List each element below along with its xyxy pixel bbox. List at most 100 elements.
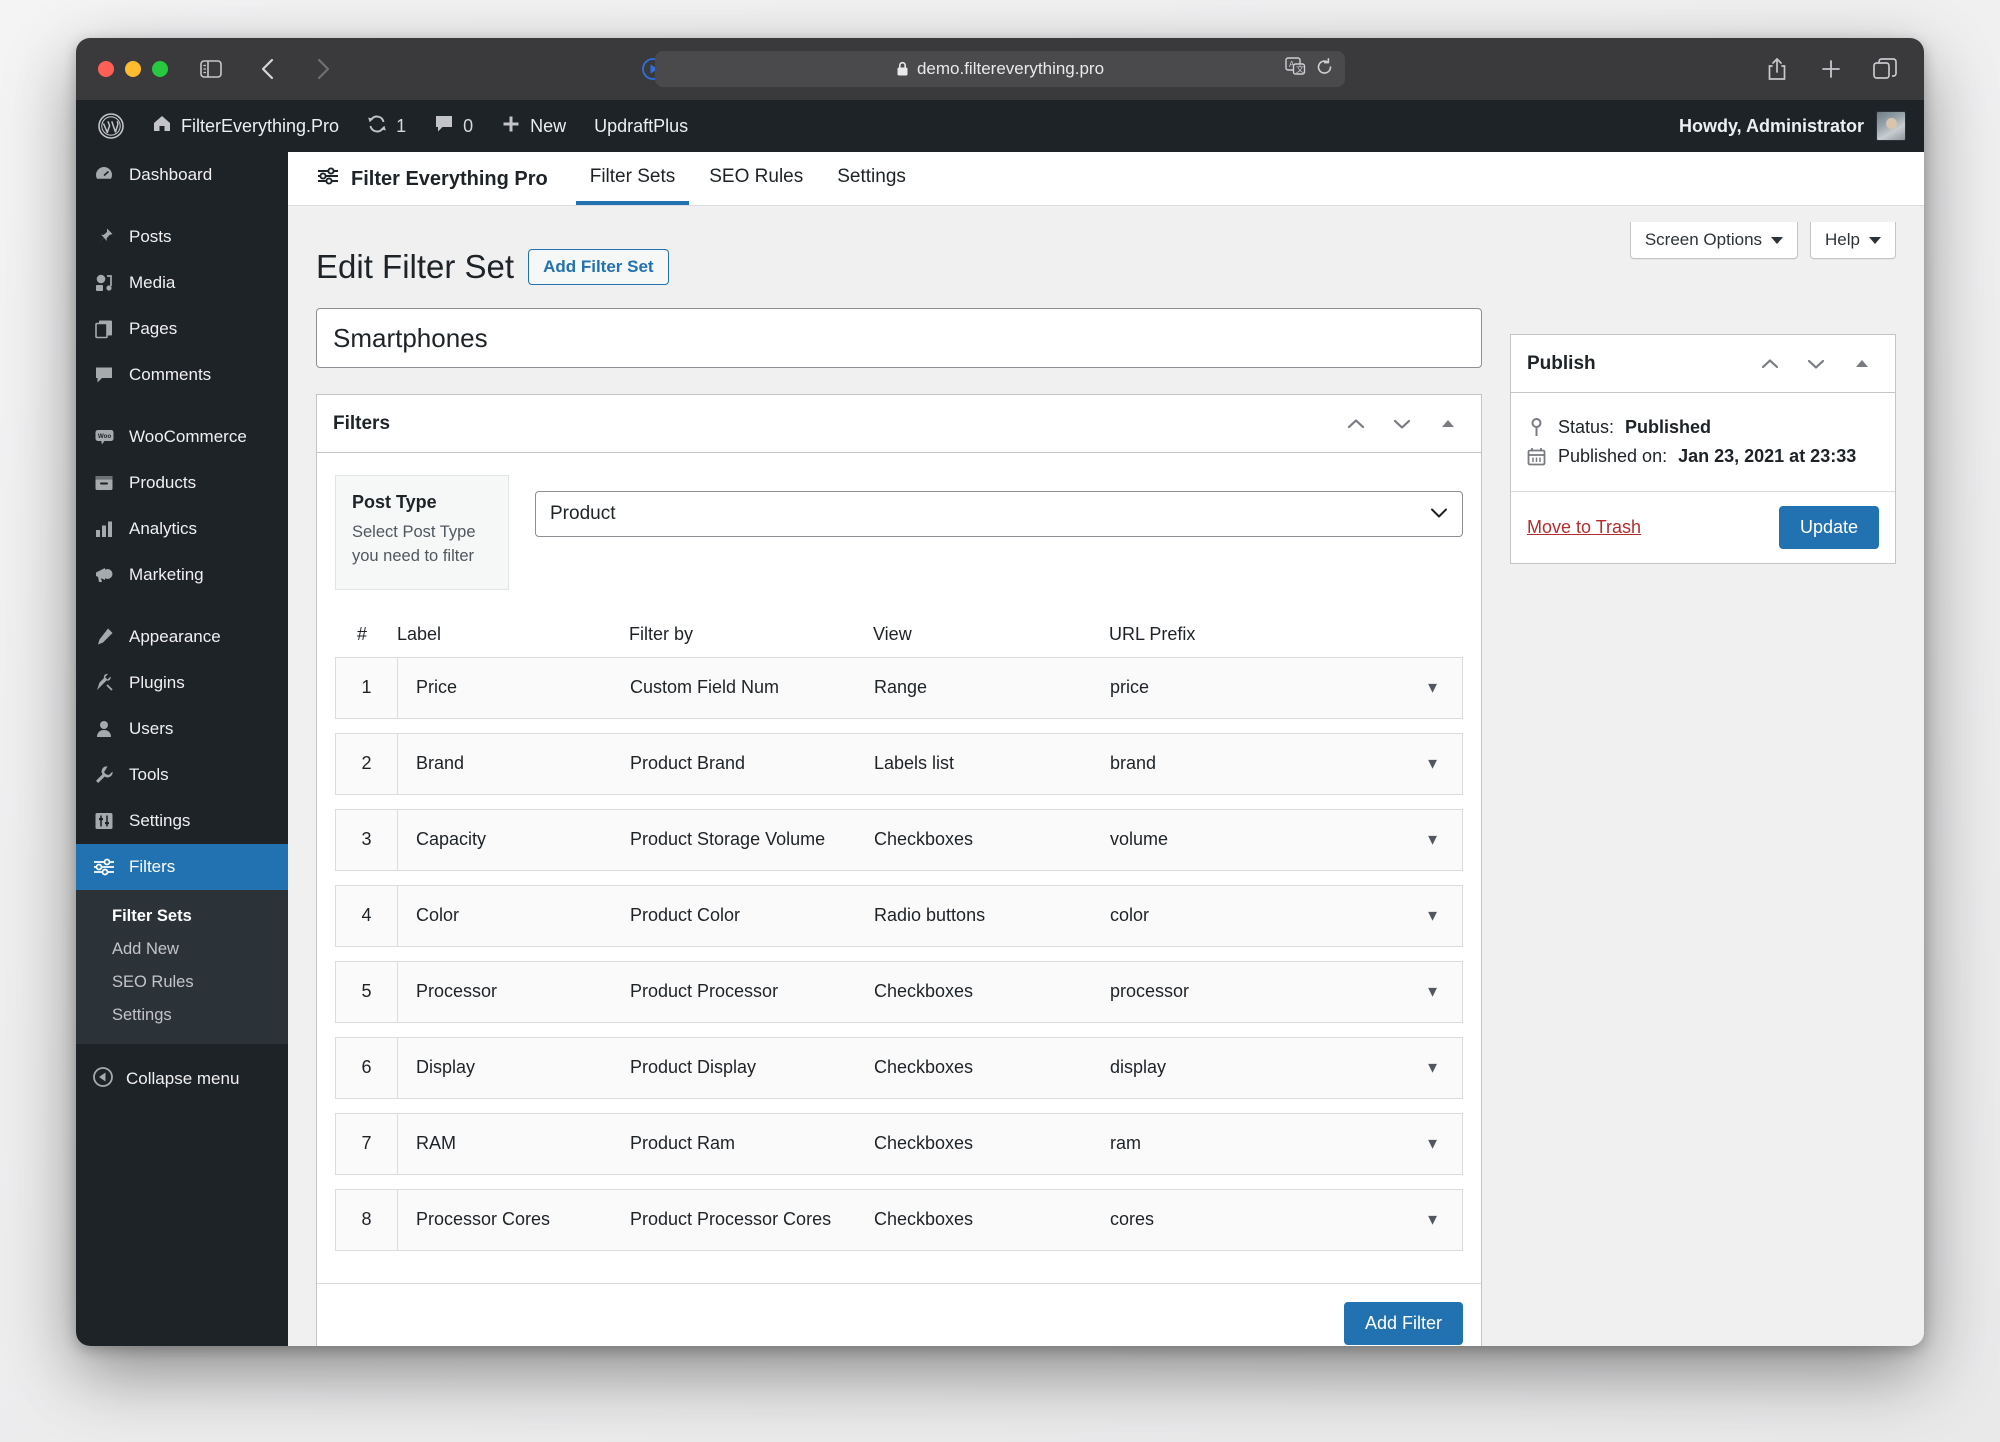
screen-meta-links: Screen Options Help <box>1630 222 1896 259</box>
tab-overview-icon[interactable] <box>1868 52 1902 86</box>
sidebar-item-analytics[interactable]: Analytics <box>76 506 288 552</box>
sidebar-item-plugins[interactable]: Plugins <box>76 660 288 706</box>
screen-options-label: Screen Options <box>1645 230 1762 250</box>
my-account-menu[interactable]: Howdy, Administrator <box>1679 111 1906 141</box>
close-window-button[interactable] <box>98 61 114 77</box>
publish-status-section: Status: Published Published on: Jan 23, … <box>1511 393 1895 492</box>
status-value[interactable]: Published <box>1625 417 1711 438</box>
move-up-icon[interactable] <box>1339 407 1373 441</box>
sidebar-item-dashboard[interactable]: Dashboard <box>76 152 288 198</box>
sidebar-item-label: Users <box>129 719 173 739</box>
sidebar-item-tools[interactable]: Tools <box>76 752 288 798</box>
table-row[interactable]: 8 Processor Cores Product Processor Core… <box>335 1189 1463 1251</box>
sidebar-item-appearance[interactable]: Appearance <box>76 614 288 660</box>
table-row[interactable]: 5 Processor Product Processor Checkboxes… <box>335 961 1463 1023</box>
admin-sidebar: Dashboard Posts Media Pages <box>76 152 288 1346</box>
sidebar-item-products[interactable]: Products <box>76 460 288 506</box>
post-type-select[interactable]: Product <box>535 491 1463 537</box>
sidebar-item-label: Posts <box>129 227 172 247</box>
move-down-icon[interactable] <box>1799 347 1833 381</box>
address-bar[interactable]: demo.filtereverything.pro A文 <box>655 51 1345 87</box>
comment-icon <box>93 364 115 386</box>
row-expand-icon[interactable]: ▼ <box>1425 755 1440 772</box>
tab-settings[interactable]: Settings <box>823 166 920 205</box>
row-url-prefix: cores <box>1110 1209 1462 1230</box>
minimize-window-button[interactable] <box>125 61 141 77</box>
row-expand-icon[interactable]: ▼ <box>1425 907 1440 924</box>
published-on-value[interactable]: Jan 23, 2021 at 23:33 <box>1678 446 1856 467</box>
row-url-prefix: display <box>1110 1057 1462 1078</box>
sidebar-item-woocommerce[interactable]: Woo WooCommerce <box>76 414 288 460</box>
submenu-item-seo-rules[interactable]: SEO Rules <box>76 966 288 999</box>
tab-filter-sets[interactable]: Filter Sets <box>576 166 690 205</box>
sidebar-item-settings[interactable]: Settings <box>76 798 288 844</box>
sidebar-item-marketing[interactable]: Marketing <box>76 552 288 598</box>
publish-actions: Move to Trash Update <box>1511 492 1895 563</box>
table-row[interactable]: 4 Color Product Color Radio buttons colo… <box>335 885 1463 947</box>
updates-menu[interactable]: 1 <box>353 100 420 152</box>
move-up-icon[interactable] <box>1753 347 1787 381</box>
maximize-window-button[interactable] <box>152 61 168 77</box>
collapse-menu-button[interactable]: Collapse menu <box>76 1058 288 1100</box>
sidebar-item-label: Filters <box>129 857 175 877</box>
filters-table: # Label Filter by View URL Prefix 1 Pric… <box>335 624 1463 1251</box>
submenu-item-filter-sets[interactable]: Filter Sets <box>76 900 288 933</box>
row-url-prefix: color <box>1110 905 1462 926</box>
add-filter-button[interactable]: Add Filter <box>1344 1302 1463 1345</box>
sidebar-item-filters[interactable]: Filters <box>76 844 288 890</box>
sidebar-item-label: Marketing <box>129 565 204 585</box>
translate-icon[interactable]: A文 <box>1285 57 1306 81</box>
site-name-label: FilterEverything.Pro <box>181 116 339 137</box>
sidebar-item-pages[interactable]: Pages <box>76 306 288 352</box>
sidebar-toggle-icon[interactable] <box>194 52 228 86</box>
plus-icon[interactable] <box>1814 52 1848 86</box>
update-button[interactable]: Update <box>1779 506 1879 549</box>
add-filter-set-button[interactable]: Add Filter Set <box>528 249 669 285</box>
reload-icon[interactable] <box>1316 58 1333 81</box>
screen-options-button[interactable]: Screen Options <box>1630 222 1798 259</box>
media-icon <box>93 272 115 294</box>
sidebar-item-posts[interactable]: Posts <box>76 214 288 260</box>
row-expand-icon[interactable]: ▼ <box>1425 1211 1440 1228</box>
new-content-menu[interactable]: New <box>487 100 580 152</box>
row-number: 4 <box>336 886 398 946</box>
comments-menu[interactable]: 0 <box>420 100 487 152</box>
sidebar-item-users[interactable]: Users <box>76 706 288 752</box>
sidebar-item-label: Plugins <box>129 673 185 693</box>
table-row[interactable]: 7 RAM Product Ram Checkboxes ram ▼ <box>335 1113 1463 1175</box>
updates-icon <box>367 114 387 139</box>
back-arrow-icon[interactable] <box>250 52 284 86</box>
submenu-item-settings[interactable]: Settings <box>76 999 288 1032</box>
submenu-item-add-new[interactable]: Add New <box>76 933 288 966</box>
chevron-down-icon <box>1869 237 1881 244</box>
row-expand-icon[interactable]: ▼ <box>1425 1135 1440 1152</box>
row-filter-by: Custom Field Num <box>630 677 874 698</box>
row-filter-by: Product Color <box>630 905 874 926</box>
row-expand-icon[interactable]: ▼ <box>1425 679 1440 696</box>
updraftplus-menu[interactable]: UpdraftPlus <box>580 100 702 152</box>
wordpress-logo-icon[interactable] <box>94 100 138 152</box>
table-row[interactable]: 2 Brand Product Brand Labels list brand … <box>335 733 1463 795</box>
row-expand-icon[interactable]: ▼ <box>1425 1059 1440 1076</box>
tab-seo-rules[interactable]: SEO Rules <box>695 166 817 205</box>
column-header-num: # <box>335 624 397 645</box>
toggle-panel-icon[interactable] <box>1845 347 1879 381</box>
sidebar-item-comments[interactable]: Comments <box>76 352 288 398</box>
pages-icon <box>93 318 115 340</box>
filter-set-title-input[interactable] <box>316 308 1482 368</box>
table-row[interactable]: 6 Display Product Display Checkboxes dis… <box>335 1037 1463 1099</box>
move-down-icon[interactable] <box>1385 407 1419 441</box>
toggle-panel-icon[interactable] <box>1431 407 1465 441</box>
table-row[interactable]: 3 Capacity Product Storage Volume Checkb… <box>335 809 1463 871</box>
help-button[interactable]: Help <box>1810 222 1896 259</box>
forward-arrow-icon[interactable] <box>306 52 340 86</box>
move-to-trash-link[interactable]: Move to Trash <box>1527 517 1641 538</box>
table-row[interactable]: 1 Price Custom Field Num Range price ▼ <box>335 657 1463 719</box>
row-expand-icon[interactable]: ▼ <box>1425 983 1440 1000</box>
share-icon[interactable] <box>1760 52 1794 86</box>
pin-icon <box>93 226 115 248</box>
sidebar-item-media[interactable]: Media <box>76 260 288 306</box>
avatar <box>1876 111 1906 141</box>
row-expand-icon[interactable]: ▼ <box>1425 831 1440 848</box>
site-name-menu[interactable]: FilterEverything.Pro <box>138 100 353 152</box>
